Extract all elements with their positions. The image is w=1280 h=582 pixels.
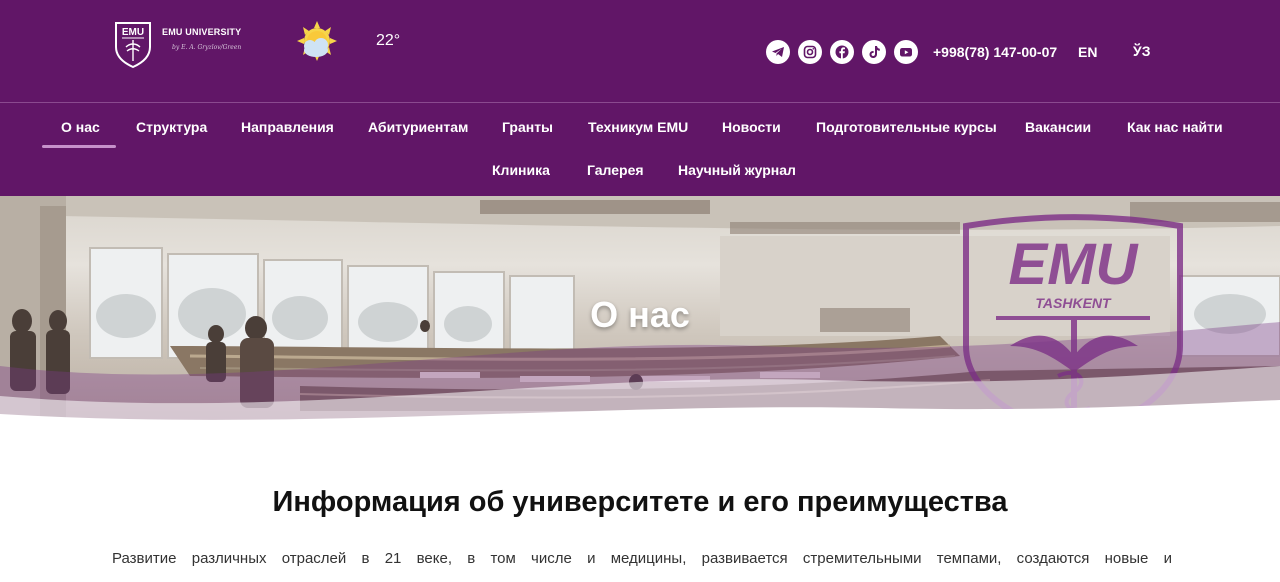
nav-item-directions[interactable]: Направления xyxy=(241,119,334,135)
hero-banner: EMU TASHKENT О нас xyxy=(0,196,1280,426)
youtube-icon xyxy=(900,48,912,57)
phone-link[interactable]: +998(78) 147-00-07 xyxy=(933,44,1057,60)
nav-item-gallery[interactable]: Галерея xyxy=(587,162,644,178)
nav-item-clinic[interactable]: Клиника xyxy=(492,162,550,178)
intro-paragraph: Развитие различных отраслей в 21 веке, в… xyxy=(112,550,1172,567)
tiktok-icon xyxy=(869,46,880,58)
logo-name: EMU UNIVERSITY xyxy=(162,27,242,37)
nav-item-find-us[interactable]: Как нас найти xyxy=(1127,119,1223,135)
telegram-icon xyxy=(772,47,784,57)
nav-item-applicants[interactable]: Абитуриентам xyxy=(368,119,468,135)
page-title: О нас xyxy=(590,294,690,335)
nav-item-journal[interactable]: Научный журнал xyxy=(678,162,796,178)
nav-item-structure[interactable]: Структура xyxy=(136,119,207,135)
emblem-text: EMU xyxy=(1009,232,1140,297)
youtube-link[interactable] xyxy=(894,40,918,64)
top-header: EMU EMU UNIVERSITY by E. A. Gryzlov/Gree… xyxy=(0,0,1280,103)
nav-item-vacancies[interactable]: Вакансии xyxy=(1025,119,1091,135)
main-navigation: О нас Структура Направления Абитуриентам… xyxy=(0,103,1280,196)
section-heading: Информация об университете и его преимущ… xyxy=(0,486,1280,519)
nav-item-about[interactable]: О нас xyxy=(61,119,100,135)
active-nav-indicator xyxy=(42,145,116,148)
emu-shield-icon: EMU xyxy=(115,22,151,69)
telegram-link[interactable] xyxy=(766,40,790,64)
social-links xyxy=(766,40,918,64)
section-heading-text: Информация об университете и его преимущ… xyxy=(272,486,1008,518)
temperature: 22° xyxy=(376,32,401,49)
svg-text:EMU: EMU xyxy=(122,27,144,38)
tiktok-link[interactable] xyxy=(862,40,886,64)
language-en[interactable]: EN xyxy=(1078,44,1097,60)
facebook-icon xyxy=(835,45,849,59)
instagram-icon xyxy=(803,45,817,59)
facebook-link[interactable] xyxy=(830,40,854,64)
university-logo[interactable]: EMU EMU UNIVERSITY by E. A. Gryzlov/Gree… xyxy=(114,21,241,69)
instagram-link[interactable] xyxy=(798,40,822,64)
logo-signature: by E. A. Gryzlov/Green xyxy=(172,44,242,51)
nav-item-technikum[interactable]: Техникум EMU xyxy=(588,119,688,135)
language-uz[interactable]: ЎЗ xyxy=(1133,43,1150,59)
nav-item-prep-courses[interactable]: Подготовительные курсы xyxy=(816,119,997,135)
nav-item-news[interactable]: Новости xyxy=(722,119,781,135)
nav-item-grants[interactable]: Гранты xyxy=(502,119,553,135)
sun-behind-cloud-icon xyxy=(297,21,337,61)
weather-widget: 22° xyxy=(294,20,400,66)
